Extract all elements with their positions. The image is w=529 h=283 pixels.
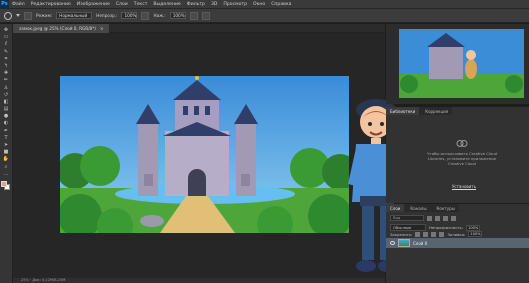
menu-file[interactable]: Файл xyxy=(12,2,25,7)
filter-type-icon[interactable] xyxy=(443,215,448,221)
blur-icon[interactable]: ● xyxy=(3,114,10,119)
tab-adjustments[interactable]: Коррекция xyxy=(421,107,452,115)
fill-field[interactable]: 100% xyxy=(468,231,483,237)
document-title: замок.jpeg @ 25% (Слой 0, RGB/8*) xyxy=(19,26,96,31)
document-tab[interactable]: замок.jpeg @ 25% (Слой 0, RGB/8*) × xyxy=(13,24,110,33)
path-select-icon[interactable]: ➤ xyxy=(3,143,10,148)
lock-label: Закрепить: xyxy=(390,231,413,237)
options-bar: Режим: Нормальный Непрозр.: 100% Наж.: 1… xyxy=(0,9,529,23)
eye-icon[interactable] xyxy=(390,241,395,245)
tab-libraries[interactable]: Библиотеки xyxy=(386,107,420,115)
mode-label: Режим: xyxy=(36,13,53,18)
layers-lock-row: Закрепить: Заливка: 100% xyxy=(390,231,483,237)
libraries-tabs: Библиотеки Коррекция xyxy=(386,107,453,115)
more-icon[interactable]: … xyxy=(3,171,10,177)
filter-shape-icon[interactable] xyxy=(451,215,456,221)
opacity-label: Непрозр.: xyxy=(96,13,118,18)
lasso-icon[interactable]: ℓ xyxy=(3,42,10,47)
tab-channels[interactable]: Каналы xyxy=(406,204,430,212)
menu-help[interactable]: Справка xyxy=(271,2,291,7)
libraries-panel: Библиотеки Коррекция Чтобы использовать … xyxy=(386,107,529,203)
tab-layers[interactable]: Слои xyxy=(386,204,405,212)
layer-opacity-field[interactable]: 100% xyxy=(466,224,481,231)
hand-icon[interactable]: ✋ xyxy=(3,157,10,162)
shape-icon[interactable]: ■ xyxy=(3,150,10,155)
crop-icon[interactable]: ⌗ xyxy=(3,56,10,62)
layers-blend-row: Обычные Непрозрачность: 100% xyxy=(390,224,481,231)
history-brush-icon[interactable]: ↺ xyxy=(3,92,10,98)
foreground-color-swatch[interactable] xyxy=(1,180,7,187)
marquee-icon[interactable]: ▭ xyxy=(3,35,10,40)
close-icon[interactable]: × xyxy=(100,26,104,31)
libraries-message: Чтобы использовать Creative Cloud Librar… xyxy=(426,151,498,166)
eraser-icon[interactable]: ◧ xyxy=(3,99,10,105)
layer-thumbnail xyxy=(398,239,410,247)
filter-pixel-icon[interactable] xyxy=(427,215,432,221)
layer-row[interactable]: Слой 0 xyxy=(386,238,529,248)
airbrush-button[interactable] xyxy=(189,11,198,20)
layers-tabs: Слои Каналы Контуры xyxy=(386,204,459,212)
blend-mode-select[interactable]: Обычные xyxy=(390,224,426,231)
move-icon[interactable]: ✥ xyxy=(3,28,10,33)
menu-edit[interactable]: Редактирование xyxy=(31,2,71,7)
mode-select[interactable]: Нормальный xyxy=(56,12,93,19)
castle-artwork[interactable] xyxy=(60,76,349,233)
install-link[interactable]: Установить xyxy=(446,184,482,189)
pressure-size-button[interactable] xyxy=(201,11,210,20)
layer-kind-filter[interactable]: Вид xyxy=(390,215,424,221)
gradient-icon[interactable]: ▤ xyxy=(3,107,10,112)
quick-select-icon[interactable]: ✎ xyxy=(3,49,10,55)
lock-all-icon[interactable] xyxy=(439,231,445,237)
menu-select[interactable]: Выделение xyxy=(153,2,180,7)
pressure-opacity-button[interactable] xyxy=(141,11,150,20)
lock-pixels-icon[interactable] xyxy=(423,231,429,237)
brush-icon[interactable]: ✏ xyxy=(3,78,10,83)
color-swatches[interactable] xyxy=(1,180,11,191)
menu-type[interactable]: Текст xyxy=(134,2,148,7)
navigator-preview[interactable] xyxy=(399,29,524,98)
document-tab-bar: замок.jpeg @ 25% (Слой 0, RGB/8*) × xyxy=(13,24,385,33)
stamp-icon[interactable]: ♙ xyxy=(3,85,10,91)
eyedropper-icon[interactable]: ϟ xyxy=(3,63,10,69)
layer-name[interactable]: Слой 0 xyxy=(413,241,427,246)
pen-icon[interactable]: ✒ xyxy=(3,128,10,134)
lock-transparent-icon[interactable] xyxy=(415,231,421,237)
menu-3d[interactable]: 3D xyxy=(211,2,217,7)
brush-panel-button[interactable] xyxy=(24,11,32,20)
fill-label: Заливка: xyxy=(447,231,466,237)
layer-opacity-label: Непрозрачность: xyxy=(429,225,464,230)
tab-paths[interactable]: Контуры xyxy=(432,204,458,212)
menu-view[interactable]: Просмотр xyxy=(223,2,247,7)
filter-adjust-icon[interactable] xyxy=(435,215,440,221)
zoom-icon[interactable]: ⌕ xyxy=(3,164,10,170)
menu-filter[interactable]: Фильтр xyxy=(187,2,205,7)
app-logo: Ps xyxy=(0,0,9,9)
chevron-down-icon[interactable] xyxy=(16,14,20,17)
menu-image[interactable]: Изображение xyxy=(77,2,110,7)
brush-tool-icon[interactable] xyxy=(4,11,12,20)
menu-window[interactable]: Окно xyxy=(253,2,265,7)
opacity-field[interactable]: 100% xyxy=(121,12,138,19)
dodge-icon[interactable]: ◐ xyxy=(3,121,10,126)
type-icon[interactable]: T xyxy=(3,135,10,141)
tools-panel: ✥ ▭ ℓ ✎ ⌗ ϟ ✚ ✏ ♙ ↺ ◧ ▤ ● ◐ ✒ T ➤ ■ ✋ ⌕ … xyxy=(0,24,13,283)
lock-position-icon[interactable] xyxy=(431,231,437,237)
flow-field[interactable]: 100% xyxy=(169,12,186,19)
menu-bar: Ps Файл Редактирование Изображение Слои … xyxy=(0,0,529,9)
creative-cloud-icon xyxy=(456,140,468,147)
flow-label: Наж.: xyxy=(153,13,166,18)
status-bar: 25% · Док: 4,12M/8,24M xyxy=(13,278,385,283)
layers-filter-row: Вид xyxy=(390,215,456,221)
layers-panel: Слои Каналы Контуры Вид Обычные Непрозра… xyxy=(386,204,529,283)
menu-layers[interactable]: Слои xyxy=(116,2,128,7)
healing-icon[interactable]: ✚ xyxy=(3,71,10,76)
